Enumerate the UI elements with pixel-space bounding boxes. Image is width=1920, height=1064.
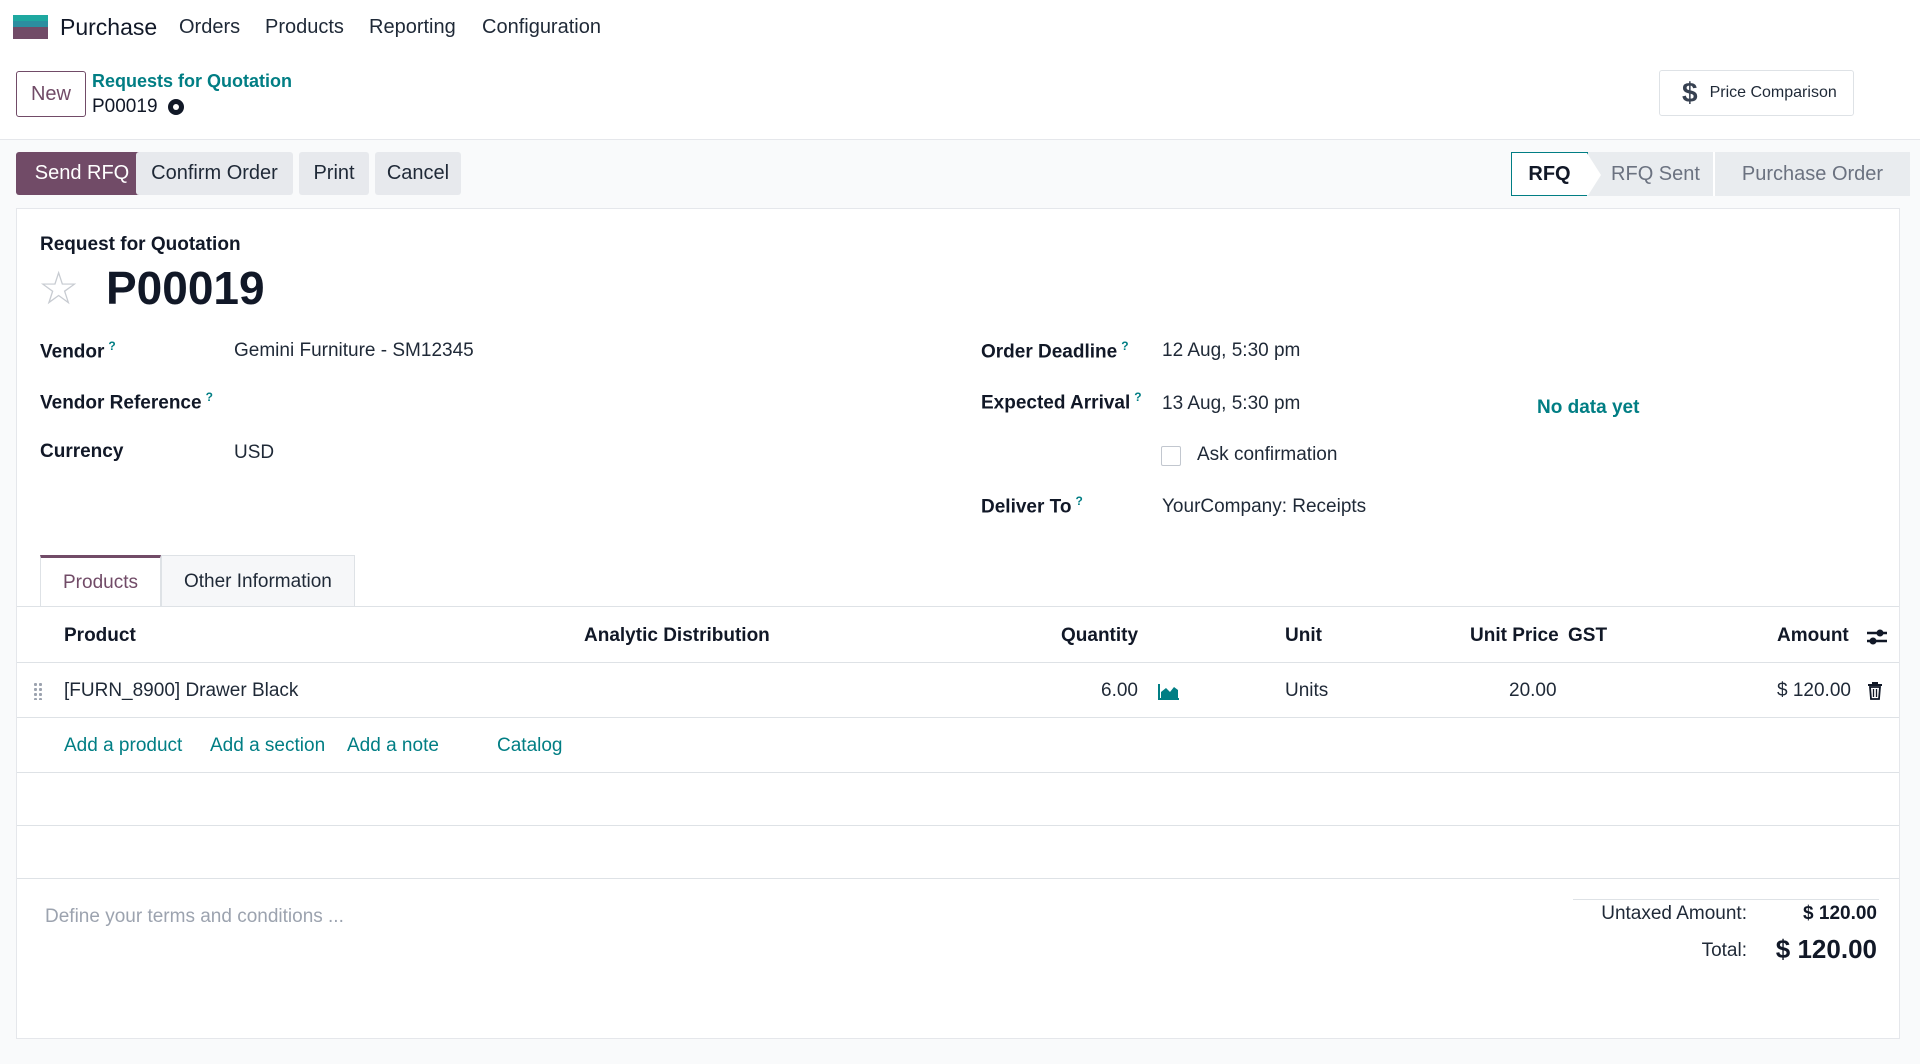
cancel-button[interactable]: Cancel: [375, 152, 461, 195]
print-button[interactable]: Print: [299, 152, 369, 195]
order-deadline-field[interactable]: 12 Aug, 5:30 pm: [1162, 340, 1300, 362]
column-product[interactable]: Product: [64, 625, 136, 647]
empty-row: [17, 827, 1899, 879]
menu-products[interactable]: Products: [265, 16, 344, 39]
column-unit-price[interactable]: Unit Price: [1470, 625, 1559, 647]
confirm-order-button[interactable]: Confirm Order: [136, 152, 293, 195]
purchase-app-icon[interactable]: [13, 15, 48, 39]
table-row[interactable]: [FURN_8900] Drawer Black 6.00 Units 20.0…: [17, 664, 1899, 718]
stage-rfq-sent[interactable]: RFQ Sent: [1588, 152, 1713, 196]
new-button[interactable]: New: [16, 71, 86, 117]
form-sheet: Request for Quotation ☆ P00019 Vendor? G…: [16, 208, 1900, 1039]
order-lines-header: Product Analytic Distribution Quantity U…: [17, 607, 1899, 663]
add-note-link[interactable]: Add a note: [347, 735, 439, 757]
gear-icon[interactable]: [167, 99, 184, 115]
cell-unit[interactable]: Units: [1285, 680, 1328, 702]
breadcrumb-requests-for-quotation[interactable]: Requests for Quotation: [92, 71, 292, 92]
ask-confirmation-checkbox[interactable]: [1161, 446, 1181, 466]
status-bar: RFQ RFQ Sent Purchase Order: [1511, 152, 1910, 197]
form-subtitle: Request for Quotation: [40, 234, 241, 255]
menu-configuration[interactable]: Configuration: [482, 16, 601, 39]
expected-arrival-label: Expected Arrival?: [981, 390, 1142, 414]
vendor-reference-field[interactable]: [234, 390, 734, 414]
stage-rfq[interactable]: RFQ: [1511, 152, 1601, 197]
untaxed-amount-label: Untaxed Amount:: [1601, 903, 1747, 924]
menu-reporting[interactable]: Reporting: [369, 16, 456, 39]
app-name[interactable]: Purchase: [60, 14, 157, 41]
vendor-field[interactable]: Gemini Furniture - SM12345: [234, 340, 474, 362]
terms-and-conditions-input[interactable]: Define your terms and conditions ...: [45, 906, 344, 928]
order-deadline-label: Order Deadline?: [981, 339, 1129, 363]
menu-orders[interactable]: Orders: [179, 16, 240, 39]
add-line-row: Add a product Add a section Add a note C…: [17, 719, 1899, 773]
untaxed-amount-value: $ 120.00: [1803, 903, 1877, 924]
ask-confirmation-label[interactable]: Ask confirmation: [1197, 444, 1337, 466]
cell-amount: $ 120.00: [1777, 680, 1851, 701]
control-panel: New Requests for Quotation P00019 $ Pric…: [0, 56, 1920, 140]
area-chart-icon[interactable]: [1158, 683, 1180, 700]
on-time-rate: No data yet: [1537, 397, 1640, 418]
total-value: $ 120.00: [1775, 934, 1877, 964]
record-name: P00019: [92, 96, 158, 117]
top-navbar: Purchase Orders Products Reporting Confi…: [0, 0, 1920, 56]
cell-quantity[interactable]: 6.00: [1101, 680, 1138, 702]
tab-products[interactable]: Products: [40, 555, 161, 607]
vendor-label: Vendor?: [40, 339, 116, 363]
cell-product[interactable]: [FURN_8900] Drawer Black: [64, 680, 298, 702]
stage-purchase-order[interactable]: Purchase Order: [1713, 152, 1910, 196]
cell-unit-price[interactable]: 20.00: [1509, 680, 1557, 702]
breadcrumb-current: P00019: [92, 96, 184, 118]
column-gst[interactable]: GST: [1568, 625, 1607, 647]
dollar-icon: $: [1682, 77, 1698, 108]
add-product-link[interactable]: Add a product: [64, 735, 182, 757]
column-quantity[interactable]: Quantity: [1061, 625, 1138, 647]
price-comparison-label: Price Comparison: [1709, 84, 1837, 101]
column-amount[interactable]: Amount: [1777, 625, 1849, 647]
empty-row: [17, 774, 1899, 826]
currency-field[interactable]: USD: [234, 442, 274, 464]
notebook-tabs: Products Other Information: [40, 555, 355, 607]
column-analytic-distribution[interactable]: Analytic Distribution: [584, 625, 770, 647]
form-title: P00019: [106, 262, 265, 314]
currency-label: Currency: [40, 441, 124, 462]
vendor-reference-label: Vendor Reference?: [40, 390, 213, 414]
catalog-link[interactable]: Catalog: [497, 735, 563, 757]
sliders-icon[interactable]: [1866, 627, 1888, 647]
trash-icon[interactable]: [1867, 682, 1883, 700]
deliver-to-label: Deliver To?: [981, 494, 1083, 518]
expected-arrival-field[interactable]: 13 Aug, 5:30 pm: [1162, 393, 1300, 415]
deliver-to-field[interactable]: YourCompany: Receipts: [1162, 496, 1366, 518]
star-icon[interactable]: ☆: [38, 265, 79, 311]
price-comparison-button[interactable]: $ Price Comparison: [1659, 70, 1854, 116]
column-unit[interactable]: Unit: [1285, 625, 1322, 647]
drag-handle-icon[interactable]: [33, 682, 43, 700]
send-rfq-button[interactable]: Send RFQ: [16, 152, 148, 195]
tab-other-information[interactable]: Other Information: [160, 555, 355, 607]
add-section-link[interactable]: Add a section: [210, 735, 325, 757]
